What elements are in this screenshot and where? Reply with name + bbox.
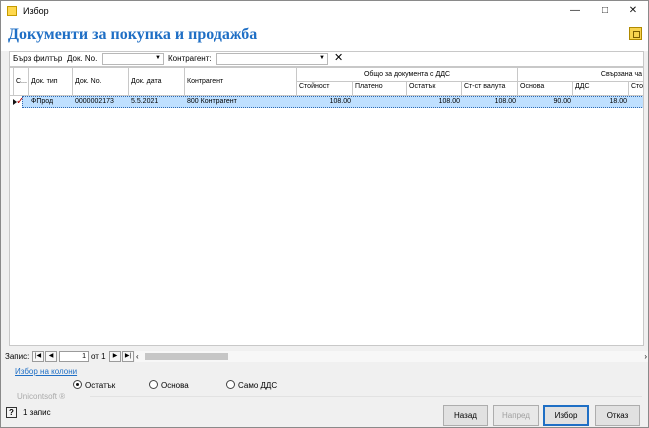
horizontal-scroll-thumb[interactable] <box>145 353 228 360</box>
brand-name: Unicontsoft ® <box>15 392 68 401</box>
group-header-document-total: Общо за документа с ДДС <box>297 68 518 82</box>
option-vat-only[interactable]: Само ДДС <box>226 380 277 391</box>
record-navigation: Запис: |◀ ◀ 1 от 1 ▶ ▶| ‹ › <box>1 350 648 363</box>
column-header-currency-value[interactable]: Ст-ст валута <box>462 82 518 96</box>
column-header-paid[interactable]: Платено <box>353 82 407 96</box>
radio-empty-icon <box>226 380 235 389</box>
cell-doc-date: 5.5.2021 <box>131 98 159 105</box>
column-header-value-2[interactable]: Стой <box>629 82 643 96</box>
column-header-doc-type[interactable]: Док. тип <box>29 68 73 96</box>
counterparty-filter-select[interactable]: ▼ <box>216 53 328 65</box>
column-header-base[interactable]: Основа <box>518 82 573 96</box>
column-header-remaining[interactable]: Остатък <box>407 82 462 96</box>
cancel-button[interactable]: Отказ <box>595 405 640 426</box>
column-header-value[interactable]: Стойност <box>297 82 353 96</box>
column-header-doc-no[interactable]: Док. No. <box>73 68 129 96</box>
close-button[interactable]: ✕ <box>619 1 647 21</box>
radio-selected-icon <box>73 380 82 389</box>
record-count-text: от 1 <box>91 352 106 361</box>
checkmark-icon: ✓ <box>16 96 25 107</box>
cell-currency-value: 108.00 <box>494 98 516 105</box>
cell-paid <box>353 96 407 108</box>
scroll-left-icon[interactable]: ‹ <box>136 352 139 361</box>
forward-button[interactable]: Напред <box>493 405 539 426</box>
horizontal-scrollbar[interactable]: ‹ › <box>135 351 648 362</box>
option-remaining[interactable]: Остатък <box>73 380 115 391</box>
divider <box>90 396 642 397</box>
record-page-input[interactable]: 1 <box>59 351 89 362</box>
chevron-down-icon: ▼ <box>155 55 161 61</box>
panel-toggle-icon[interactable] <box>629 27 642 40</box>
help-icon[interactable]: ? <box>6 407 17 418</box>
next-record-button[interactable]: ▶ <box>109 351 121 362</box>
column-header-counterparty[interactable]: Контрагент <box>185 68 297 96</box>
previous-record-button[interactable]: ◀ <box>45 351 57 362</box>
cell-vat: 18.00 <box>609 98 627 105</box>
selection-window: Избор — □ ✕ Документи за покупка и прода… <box>0 0 649 428</box>
page-title: Документи за покупка и продажба <box>8 26 258 43</box>
option-base[interactable]: Основа <box>149 380 189 391</box>
record-count-status: 1 запис <box>23 408 51 417</box>
table-row[interactable]: ✓ ФПрод 0000002173 5.5.2021 800 Контраге… <box>10 96 643 108</box>
app-icon <box>7 6 17 16</box>
clear-filter-icon[interactable]: ✕ <box>334 52 343 65</box>
cell-doc-type: ФПрод <box>31 98 54 105</box>
select-button[interactable]: Избор <box>543 405 589 426</box>
title-bar: Избор — □ ✕ <box>1 1 648 21</box>
column-header-selected[interactable]: С... <box>14 68 29 96</box>
window-title: Избор <box>23 6 49 16</box>
quick-filter-bar: Бърз филтър Док. No. ▼ Контрагент: ▼ ✕ <box>9 51 644 67</box>
minimize-button[interactable]: — <box>561 1 589 21</box>
documents-table: С... Док. тип Док. No. Док. дата Контраг… <box>9 67 644 346</box>
back-button[interactable]: Назад <box>443 405 488 426</box>
radio-empty-icon <box>149 380 158 389</box>
column-header-vat[interactable]: ДДС <box>573 82 629 96</box>
group-header-related: Свързана ча <box>518 68 643 82</box>
scroll-right-icon[interactable]: › <box>644 352 647 361</box>
doc-no-filter-select[interactable]: ▼ <box>102 53 164 65</box>
cell-value-2 <box>629 96 643 108</box>
record-navigation-label: Запис: <box>5 352 30 361</box>
cell-base: 90.00 <box>553 98 571 105</box>
last-record-button[interactable]: ▶| <box>122 351 134 362</box>
cell-remaining: 108.00 <box>438 98 460 105</box>
cell-doc-no: 0000002173 <box>75 98 114 105</box>
column-header-doc-date[interactable]: Док. дата <box>129 68 185 96</box>
cell-value: 108.00 <box>329 98 351 105</box>
column-selection-link[interactable]: Избор на колони <box>15 367 77 376</box>
quick-filter-button[interactable]: Бърз филтър <box>11 53 64 65</box>
page-header: Документи за покупка и продажба <box>1 21 648 51</box>
cell-counterparty: 800 Контрагент <box>187 98 237 105</box>
chevron-down-icon: ▼ <box>319 55 325 61</box>
counterparty-filter-label: Контрагент: <box>168 54 212 63</box>
doc-no-filter-label: Док. No. <box>67 54 98 63</box>
first-record-button[interactable]: |◀ <box>32 351 44 362</box>
maximize-button[interactable]: □ <box>591 1 619 21</box>
row-selected-cell[interactable]: ✓ <box>14 96 29 108</box>
